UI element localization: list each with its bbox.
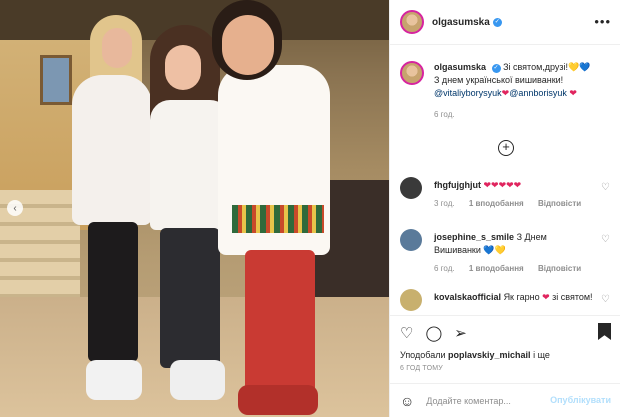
liked-user-link[interactable]: poplavskiy_michail xyxy=(448,350,531,360)
like-heart-icon[interactable]: ♡ xyxy=(400,324,413,342)
caption-hearts: 💛💙 xyxy=(568,62,591,72)
load-more-comments-icon[interactable]: + xyxy=(498,140,514,156)
carousel-prev-icon[interactable]: ‹ xyxy=(7,200,23,216)
comment-avatar[interactable] xyxy=(400,289,422,311)
add-comment-bar: ☺ Опублікувати xyxy=(390,383,620,417)
post-time-ago: 6 ГОД ТОМУ xyxy=(400,365,443,372)
person-2-pants xyxy=(160,228,220,368)
mention-link-2[interactable]: @annborisyuk xyxy=(509,88,567,98)
person-1-shirt xyxy=(72,75,152,225)
person-3-face xyxy=(222,15,274,75)
comment-username[interactable]: kovalskaofficial xyxy=(434,292,501,302)
comment-hearts: 💙💛 xyxy=(483,245,506,255)
comment-username[interactable]: fhgfujghjut xyxy=(434,180,481,190)
post-header: olgasumska ✓ ••• xyxy=(390,0,620,45)
caption-line-2: З днем української вишиванки! xyxy=(434,75,564,85)
post-username[interactable]: olgasumska xyxy=(432,17,490,28)
person-2-face xyxy=(165,45,201,90)
comment-meta: 3 год. 1 вподобання Відповісти xyxy=(434,199,593,208)
heart-icon: ❤ xyxy=(569,88,577,98)
emoji-smile-icon[interactable]: ☺ xyxy=(400,393,414,409)
comment-time: 6 год. xyxy=(434,264,455,273)
person-2-shoes xyxy=(170,360,225,400)
comment-username[interactable]: josephine_s_smile xyxy=(434,232,514,242)
avatar[interactable] xyxy=(400,10,424,34)
comment-bubble-icon[interactable]: ◯ xyxy=(425,324,442,342)
caption-avatar[interactable] xyxy=(400,61,424,85)
more-options-icon[interactable]: ••• xyxy=(594,14,611,29)
comment-likes[interactable]: 1 вподобання xyxy=(469,199,524,208)
verified-badge-icon: ✓ xyxy=(492,17,502,27)
comment-avatar[interactable] xyxy=(400,229,422,251)
publish-button[interactable]: Опублікувати xyxy=(550,395,611,405)
comment-body: ❤❤❤❤❤ xyxy=(483,180,522,190)
caption-username[interactable]: olgasumska xyxy=(434,62,486,72)
liked-prefix: Уподобали xyxy=(400,350,446,360)
liked-by: Уподобали poplavskiy_michail і ще xyxy=(400,350,550,360)
post-actions: ♡ ◯ ➢ Уподобали poplavskiy_michail і ще … xyxy=(390,315,620,381)
comment-like-icon[interactable]: ♡ xyxy=(601,234,610,245)
person-3-shoes xyxy=(238,385,318,415)
person-3-embroidery xyxy=(232,205,324,233)
comment-body-end: зі святом! xyxy=(552,292,593,302)
liked-suffix: і ще xyxy=(533,350,550,360)
comment-avatar[interactable] xyxy=(400,177,422,199)
mention-link-1[interactable]: @vitaliyborysyuk xyxy=(434,88,502,98)
comment-body: Як гарно xyxy=(503,292,540,302)
person-3-pants xyxy=(245,250,315,400)
comment-input[interactable] xyxy=(426,395,552,406)
comment-likes[interactable]: 1 вподобання xyxy=(469,264,524,273)
post-sidebar: olgasumska ✓ ••• olgasumska ✓ Зі святом,… xyxy=(389,0,620,417)
person-1-pants xyxy=(88,222,138,362)
comment-text: kovalskaofficial Як гарно ❤ зі святом! xyxy=(434,291,594,304)
caption-line-1: Зі святом,друзі! xyxy=(503,62,569,72)
person-1-face xyxy=(102,28,132,68)
share-send-icon[interactable]: ➢ xyxy=(454,324,467,342)
comment-reply-button[interactable]: Відповісти xyxy=(538,199,581,208)
comment-reply-button[interactable]: Відповісти xyxy=(538,264,581,273)
comment-meta: 6 год. 1 вподобання Відповісти xyxy=(434,264,593,273)
bookmark-icon[interactable] xyxy=(598,323,611,340)
post-photo[interactable]: ‹ xyxy=(0,0,389,417)
comment-text: fhgfujghjut ❤❤❤❤❤ xyxy=(434,179,594,192)
comments-section: olgasumska ✓ Зі святом,друзі!💛💙 З днем у… xyxy=(390,45,620,315)
caption-time: 6 год. xyxy=(434,110,455,119)
heart-icon: ❤ xyxy=(542,292,550,302)
comment-like-icon[interactable]: ♡ xyxy=(601,182,610,193)
comment-like-icon[interactable]: ♡ xyxy=(601,294,610,305)
person-1-shoes xyxy=(86,360,142,400)
comment-time: 3 год. xyxy=(434,199,455,208)
caption-text: olgasumska ✓ Зі святом,друзі!💛💙 З днем у… xyxy=(434,61,604,100)
verified-badge-icon: ✓ xyxy=(491,64,501,73)
photo-window xyxy=(40,55,72,105)
post-caption: olgasumska ✓ Зі святом,друзі!💛💙 З днем у… xyxy=(400,61,610,119)
comment-text: josephine_s_smile З Днем Вишиванки 💙💛 xyxy=(434,231,594,257)
